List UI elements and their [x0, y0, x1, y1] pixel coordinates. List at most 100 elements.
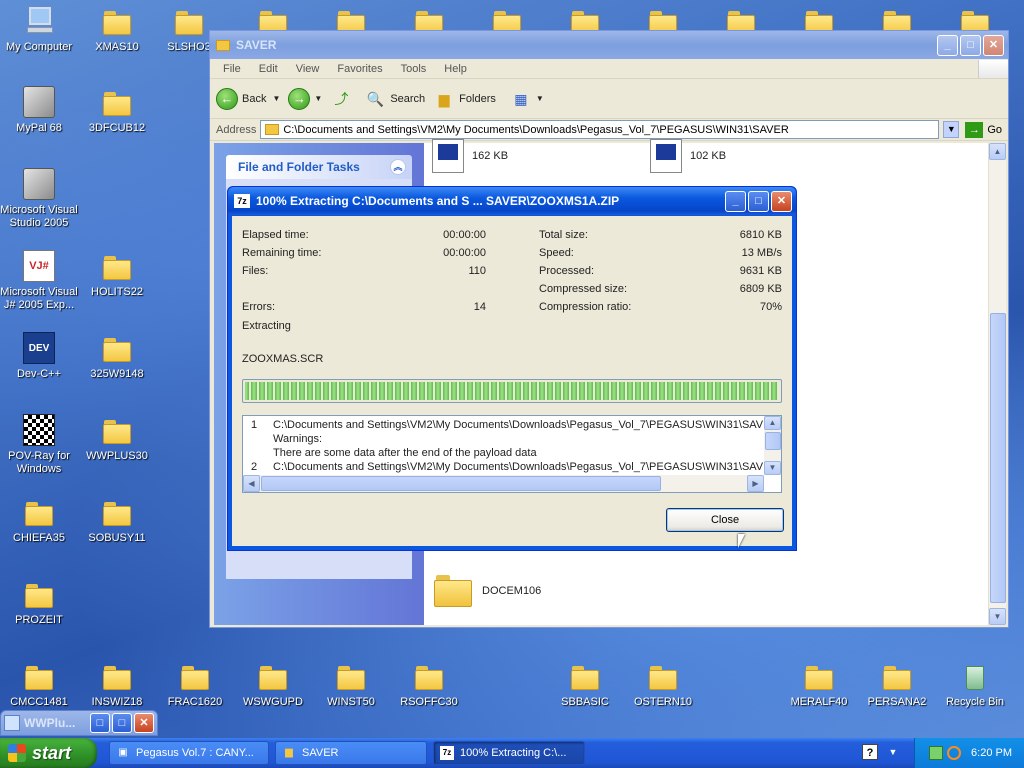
maximize-button[interactable]: □: [748, 190, 769, 212]
desktop-icon-frac1620[interactable]: FRAC1620: [156, 660, 234, 709]
elapsed-time-value: 00:00:00: [443, 229, 486, 241]
maximize-button[interactable]: □: [960, 34, 981, 56]
desktop-icon-3dfcub12[interactable]: 3DFCUB12: [78, 86, 156, 135]
address-dropdown-button[interactable]: ▼: [943, 121, 960, 138]
network-icon[interactable]: [929, 746, 944, 760]
folder-icon: [881, 660, 913, 692]
scroll-thumb[interactable]: [261, 476, 661, 491]
chevron-up-icon[interactable]: ︽: [390, 159, 406, 175]
desktop-icon-325w9148[interactable]: 325W9148: [78, 332, 156, 381]
log-vertical-scrollbar[interactable]: ▲ ▼: [764, 416, 781, 475]
minimized-window[interactable]: WWPlu... □ □ ✕: [0, 710, 158, 736]
search-button[interactable]: 🔍 Search: [364, 89, 426, 109]
file-item[interactable]: 162 KB: [432, 139, 508, 173]
compressed-size-value: 6809 KB: [739, 283, 782, 295]
search-tray-icon[interactable]: [947, 746, 962, 760]
taskbar-item-pegasus[interactable]: ▣ Pegasus Vol.7 : CANY...: [109, 741, 269, 765]
vertical-scrollbar[interactable]: ▲ ▼: [988, 143, 1006, 625]
up-folder-button[interactable]: ⤴: [330, 89, 356, 109]
desktop-icon-cmcc1481[interactable]: CMCC1481: [0, 660, 78, 709]
desktop-icon-ostern10[interactable]: OSTERN10: [624, 660, 702, 709]
menu-tools[interactable]: Tools: [392, 63, 436, 75]
scroll-down-button[interactable]: ▼: [764, 461, 781, 475]
current-file-name: ZOOXMAS.SCR: [242, 353, 324, 365]
close-button[interactable]: ✕: [771, 190, 792, 212]
help-icon[interactable]: ?: [862, 744, 878, 760]
desktop-icon-label: MyPal 68: [16, 122, 62, 134]
desktop-icon-wswgupd[interactable]: WSWGUPD: [234, 660, 312, 709]
close-button[interactable]: ✕: [134, 713, 154, 733]
close-button[interactable]: ✕: [983, 34, 1004, 56]
menu-edit[interactable]: Edit: [250, 63, 287, 75]
menu-file[interactable]: File: [214, 63, 250, 75]
address-field[interactable]: C:\Documents and Settings\VM2\My Documen…: [260, 120, 940, 139]
forward-button[interactable]: → ▼: [288, 87, 323, 110]
desktop-icon-povray[interactable]: POV-Ray for Windows: [0, 414, 78, 476]
chevron-down-icon[interactable]: ▼: [886, 744, 900, 760]
chevron-down-icon: ▼: [272, 94, 281, 103]
desktop-icon-wwplus30[interactable]: WWPLUS30: [78, 414, 156, 463]
scroll-thumb[interactable]: [765, 432, 781, 450]
desktop-icon-holits22[interactable]: HOLITS22: [78, 250, 156, 299]
system-tray: 6:20 PM: [914, 738, 1024, 768]
menu-view[interactable]: View: [287, 63, 329, 75]
views-icon: ▦: [514, 90, 528, 107]
log-horizontal-scrollbar[interactable]: ◀ ▶: [243, 475, 764, 492]
scroll-up-button[interactable]: ▲: [989, 143, 1006, 160]
scroll-thumb[interactable]: [990, 313, 1006, 603]
desktop-icon-chiefa35[interactable]: CHIEFA35: [0, 496, 78, 545]
maximize-button[interactable]: □: [112, 713, 132, 733]
desktop-icon-label: 325W9148: [90, 368, 144, 380]
up-folder-icon: ⤴: [334, 90, 349, 107]
desktop-icon-inswiz18[interactable]: INSWIZ18: [78, 660, 156, 709]
restore-button[interactable]: □: [90, 713, 110, 733]
start-button[interactable]: start: [0, 738, 97, 768]
scroll-down-button[interactable]: ▼: [989, 608, 1006, 625]
file-folder-tasks-header[interactable]: File and Folder Tasks ︽: [226, 155, 412, 179]
desktop-icon-dev-cpp[interactable]: DEV Dev-C++: [0, 332, 78, 381]
go-button[interactable]: → Go: [965, 121, 1002, 138]
remaining-time-label: Remaining time:: [242, 247, 322, 259]
menu-favorites[interactable]: Favorites: [328, 63, 391, 75]
back-button[interactable]: ← Back ▼: [216, 87, 281, 110]
desktop-icon-recycle-bin[interactable]: Recycle Bin: [936, 660, 1014, 709]
scroll-left-button[interactable]: ◀: [243, 475, 260, 492]
taskbar-item-saver[interactable]: ▆ SAVER: [275, 741, 427, 765]
folder-icon: [101, 250, 133, 282]
scroll-right-button[interactable]: ▶: [747, 475, 764, 492]
desktop-icon-visual-studio[interactable]: Microsoft Visual Studio 2005: [0, 168, 78, 230]
views-button[interactable]: ▦ ▼: [510, 89, 544, 109]
7zip-icon: 7z: [234, 194, 250, 208]
desktop-icon-persana2[interactable]: PERSANA2: [858, 660, 936, 709]
minimize-button[interactable]: _: [725, 190, 746, 212]
explorer-titlebar[interactable]: SAVER _ □ ✕: [210, 31, 1008, 59]
desktop-icon-winst50[interactable]: WINST50: [312, 660, 390, 709]
desktop-icon-xmas10[interactable]: XMAS10: [78, 5, 156, 54]
folder-item-docem106[interactable]: DOCEM106: [434, 575, 541, 607]
chevron-down-icon: ▼: [314, 94, 323, 103]
windows-logo-icon: [978, 59, 1008, 78]
desktop-icon-rsoffc30[interactable]: RSOFFC30: [390, 660, 468, 709]
desktop-icon-visual-jsharp[interactable]: VJ# Microsoft Visual J# 2005 Exp...: [0, 250, 78, 312]
folders-button[interactable]: ▆ Folders: [433, 89, 496, 109]
desktop-icon-meralf40[interactable]: MERALF40: [780, 660, 858, 709]
desktop-icon-sobusy11[interactable]: SOBUSY11: [78, 496, 156, 545]
address-value: C:\Documents and Settings\VM2\My Documen…: [283, 123, 789, 136]
extract-dialog: 7z 100% Extracting C:\Documents and S ..…: [227, 186, 797, 551]
minimize-button[interactable]: _: [937, 34, 958, 56]
desktop-icon-my-computer[interactable]: My Computer: [0, 5, 78, 54]
scroll-up-button[interactable]: ▲: [764, 416, 781, 430]
menu-help[interactable]: Help: [435, 63, 476, 75]
file-item[interactable]: 102 KB: [650, 139, 726, 173]
dialog-titlebar[interactable]: 7z 100% Extracting C:\Documents and S ..…: [228, 187, 796, 215]
close-dialog-button[interactable]: Close: [666, 508, 784, 532]
folder-icon: [173, 5, 205, 37]
log-list[interactable]: 1 C:\Documents and Settings\VM2\My Docum…: [242, 415, 782, 493]
desktop-icon-mypal[interactable]: MyPal 68: [0, 86, 78, 135]
desktop-icon-prozeit[interactable]: PROZEIT: [0, 578, 78, 627]
desktop-icon-sbbasic[interactable]: SBBASIC: [546, 660, 624, 709]
folder-icon: [265, 124, 280, 135]
files-value: 110: [468, 265, 486, 277]
folder-icon: [101, 660, 133, 692]
taskbar-item-extracting[interactable]: 7z 100% Extracting C:\...: [433, 741, 585, 765]
